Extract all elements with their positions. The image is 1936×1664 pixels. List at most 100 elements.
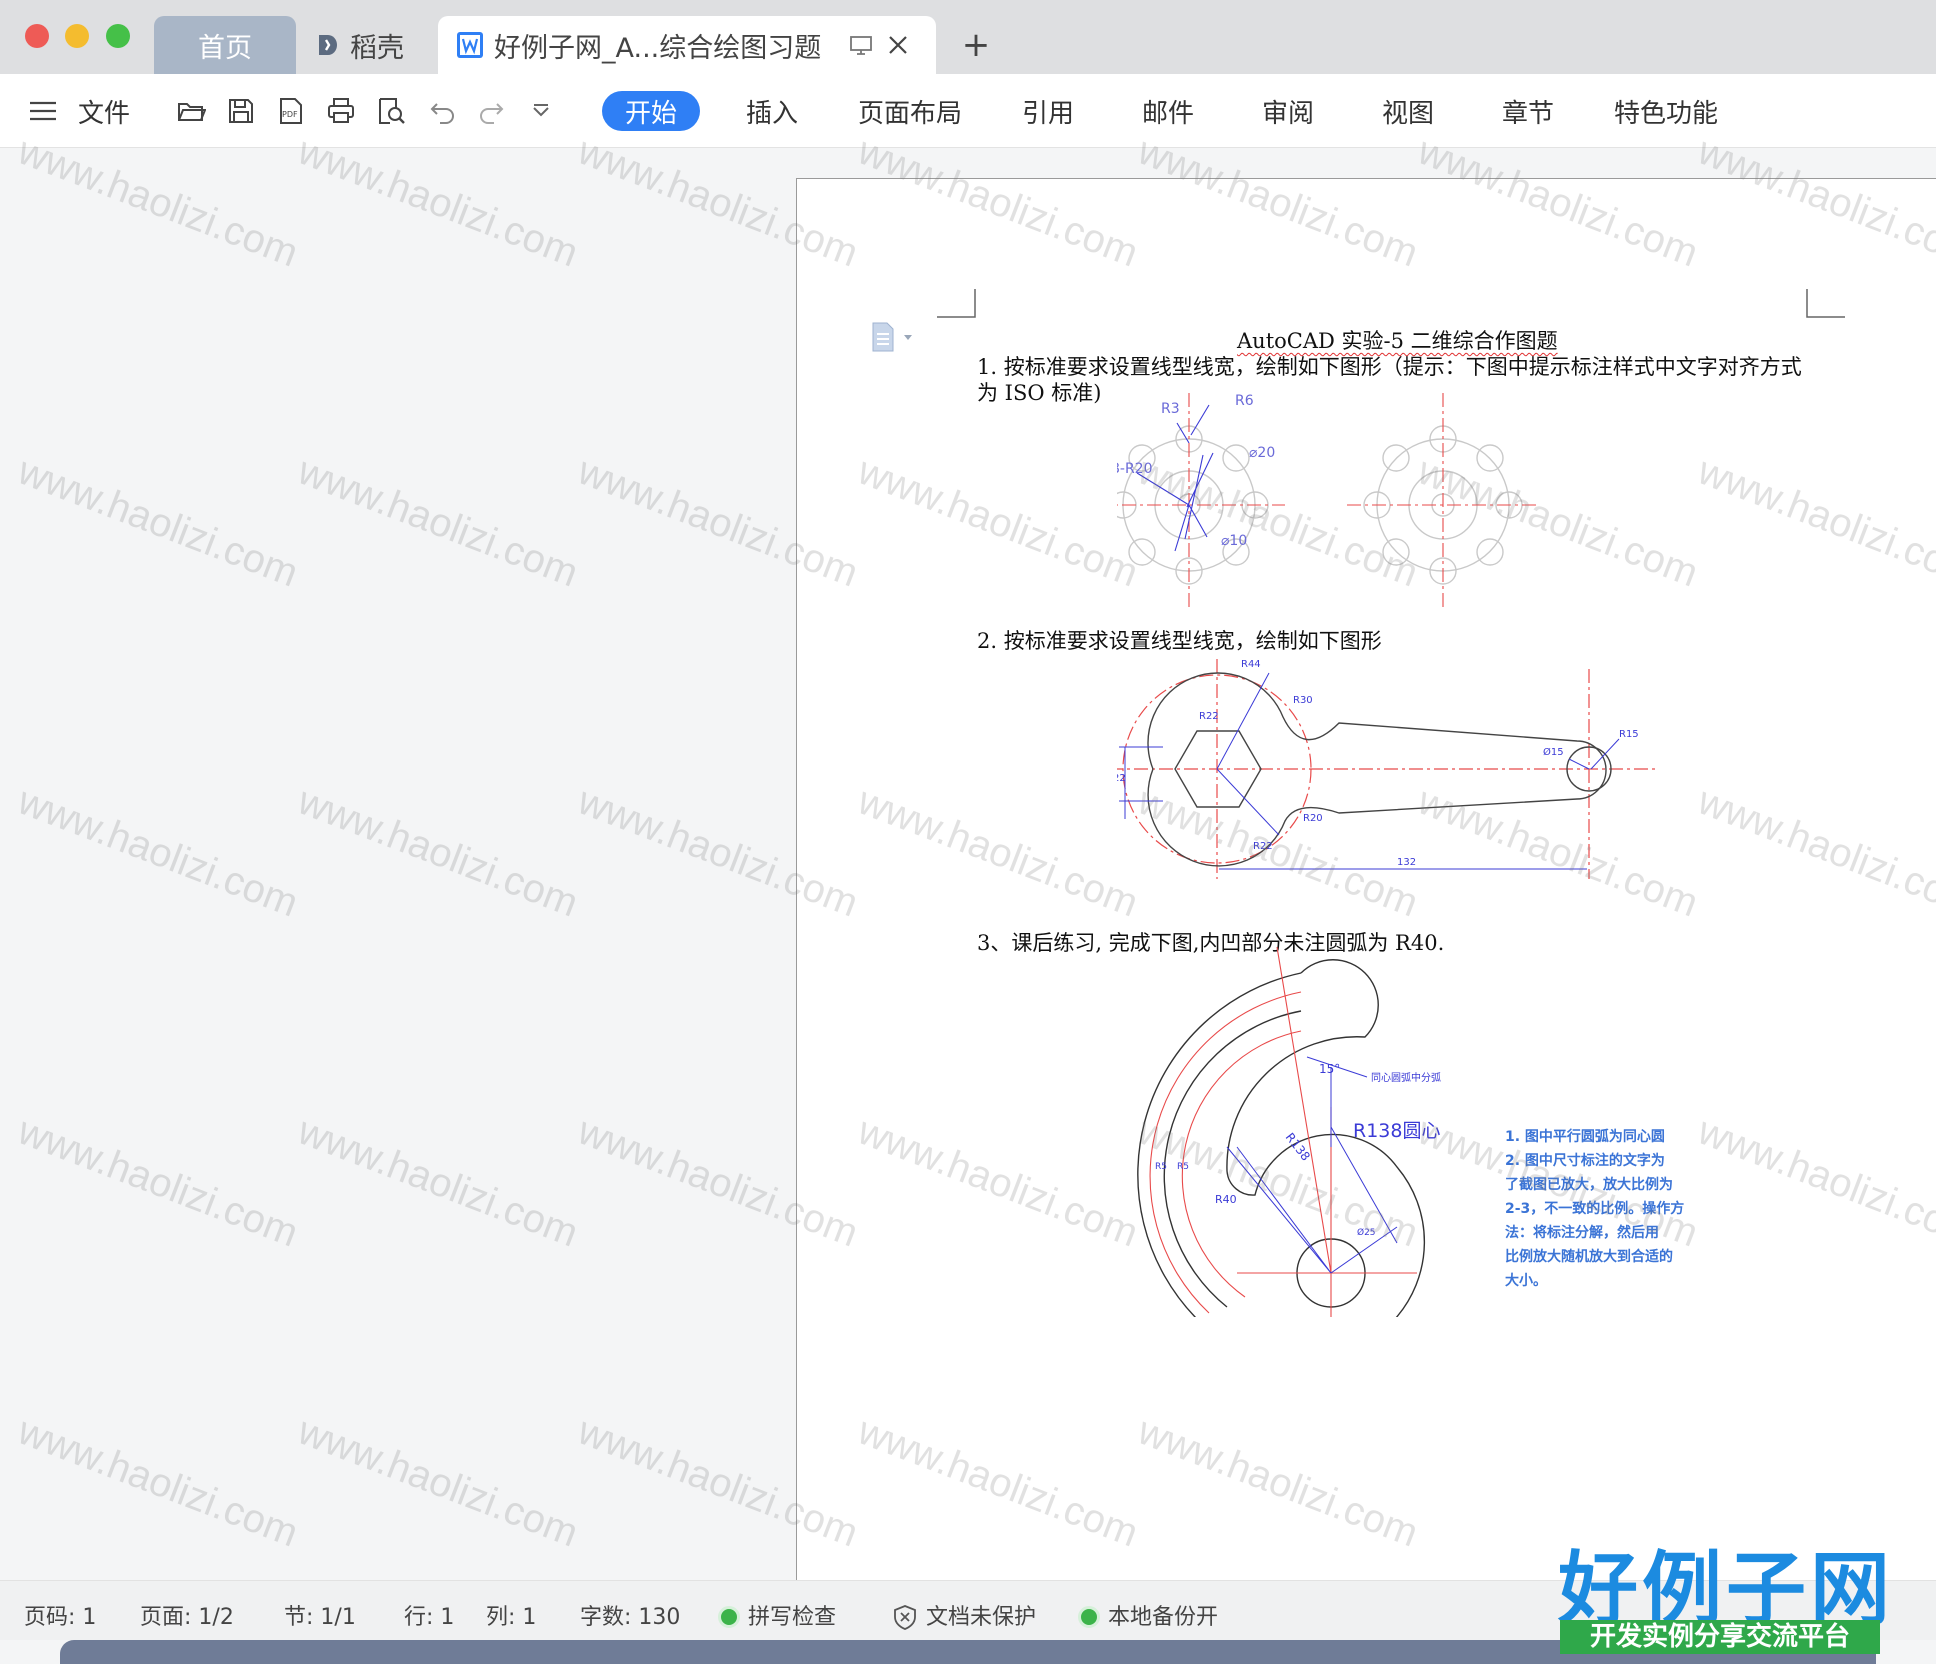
fig2-r22a-label: R22 <box>1199 711 1219 722</box>
question-1-text-cont: 为 ISO 标准) <box>977 381 1102 405</box>
daoke-icon <box>319 35 337 55</box>
tab-start[interactable]: 开始 <box>602 91 700 131</box>
tab-insert-label: 插入 <box>746 98 799 129</box>
fig3-concentric-label: 同心圆弧中分弧 <box>1371 1071 1441 1084</box>
writer-doc-icon <box>457 32 483 58</box>
fig1-r6-label: R6 <box>1235 393 1254 409</box>
fig2-r44-label: R44 <box>1241 659 1261 670</box>
tab-home-label: 首页 <box>198 32 252 64</box>
fig3-r5a-label: R5 <box>1155 1162 1167 1172</box>
fig2-r30-label: R30 <box>1293 695 1313 706</box>
figure-2-lever-drawing: R44 R30 R22 R22 R15 Ø15 R20 22 132 <box>1117 659 1657 879</box>
title-bar: 首页 稻壳 好例子网_A...综合绘图习题 + <box>0 0 1936 74</box>
print-preview-icon[interactable] <box>376 96 406 126</box>
crop-mark-left <box>937 289 976 318</box>
fig3-note-4: 2-3，不一致的比例。操作方 <box>1505 1200 1684 1217</box>
tab-mailings[interactable]: 邮件 <box>1142 74 1194 148</box>
status-section[interactable]: 节: 1/1 <box>284 1599 356 1631</box>
fig2-w132-label: 132 <box>1397 857 1416 868</box>
fig3-r5b-label: R5 <box>1177 1162 1189 1172</box>
figure-3-hook-drawing: 15° 同心圆弧中分弧 R138 R138圆心 R40 R5 R5 Ø25 1.… <box>1137 947 1684 1317</box>
monitor-icon[interactable] <box>849 33 873 57</box>
customize-dropdown-icon[interactable] <box>526 96 556 126</box>
tab-review-label: 审阅 <box>1262 98 1315 129</box>
spell-check-label: 拼写检查 <box>748 1605 837 1630</box>
plus-icon: + <box>961 25 991 65</box>
zoom-window-button[interactable] <box>106 24 130 48</box>
hamburger-menu-icon[interactable] <box>28 96 58 126</box>
tab-special-features[interactable]: 特色功能 <box>1614 74 1718 148</box>
document-protection-label: 文档未保护 <box>926 1605 1037 1630</box>
fig2-r22b-label: R22 <box>1253 841 1273 852</box>
fig3-note-1: 1. 图中平行圆弧为同心圆 <box>1505 1128 1665 1145</box>
spell-check-status-icon <box>718 1606 740 1628</box>
tab-page-layout[interactable]: 页面布局 <box>858 74 962 148</box>
fig3-note-2: 2. 图中尺寸标注的文字为 <box>1505 1152 1665 1169</box>
fig3-angle-label: 15° <box>1319 1062 1340 1076</box>
tab-daoke[interactable]: 稻壳 <box>310 16 430 74</box>
document-workspace[interactable]: AutoCAD 实验-5 二维综合作图题 1. 按标准要求设置线型线宽，绘制如下… <box>0 148 1936 1580</box>
fig2-d15-label: Ø15 <box>1543 746 1564 758</box>
fig3-d25-label: Ø25 <box>1357 1227 1376 1238</box>
fig3-note-7: 大小。 <box>1505 1272 1547 1289</box>
tab-view-label: 视图 <box>1382 98 1435 129</box>
status-col[interactable]: 列: 1 <box>486 1599 536 1631</box>
save-icon[interactable] <box>226 96 256 126</box>
wps-writer-window: 首页 稻壳 好例子网_A...综合绘图习题 + 文件 PDF 开始 插入 页面布… <box>0 0 1936 1664</box>
local-backup-toggle[interactable]: 本地备份开 <box>1078 1599 1218 1631</box>
tab-insert[interactable]: 插入 <box>746 74 798 148</box>
fig2-r20-label: R20 <box>1303 813 1323 824</box>
tab-document-label: 好例子网_A...综合绘图习题 <box>494 32 822 64</box>
close-window-button[interactable] <box>25 24 49 48</box>
fig3-note-5: 法：将标注分解，然后用 <box>1505 1224 1659 1241</box>
tab-start-label: 开始 <box>624 98 677 129</box>
new-tab-button[interactable]: + <box>956 16 996 74</box>
paragraph-handle-icon[interactable] <box>869 321 915 355</box>
fig1-d10-label: ⌀10 <box>1221 533 1247 549</box>
spell-check-toggle[interactable]: 拼写检查 <box>718 1599 836 1631</box>
fig2-r15-label: R15 <box>1619 729 1639 740</box>
tab-home[interactable]: 首页 <box>154 16 296 74</box>
close-tab-icon[interactable] <box>887 34 909 56</box>
backup-status-icon <box>1078 1606 1100 1628</box>
tab-sections[interactable]: 章节 <box>1502 74 1554 148</box>
tab-view[interactable]: 视图 <box>1382 74 1434 148</box>
file-menu-label: 文件 <box>78 98 131 129</box>
figure-1-gear-drawing: R3 R6 ⌀20 8-R20 ⌀10 <box>1117 393 1537 611</box>
tab-document[interactable]: 好例子网_A...综合绘图习题 <box>438 16 936 74</box>
document-page[interactable]: AutoCAD 实验-5 二维综合作图题 1. 按标准要求设置线型线宽，绘制如下… <box>796 178 1936 1580</box>
tab-daoke-label: 稻壳 <box>350 32 404 64</box>
shield-icon <box>894 1605 916 1630</box>
svg-text:PDF: PDF <box>282 110 298 119</box>
toolbar: 文件 PDF 开始 插入 页面布局 引用 邮件 审阅 视图 章节 特色功能 <box>0 74 1936 148</box>
status-word-count[interactable]: 字数: 130 <box>580 1599 680 1631</box>
open-folder-icon[interactable] <box>176 96 206 126</box>
fig2-h22-label: 22 <box>1117 773 1126 784</box>
fig3-r138-center-label: R138圆心 <box>1353 1120 1440 1142</box>
print-icon[interactable] <box>326 96 356 126</box>
site-logo: 好例子网 开发实例分享交流平台 <box>1550 1525 1926 1654</box>
tab-review[interactable]: 审阅 <box>1262 74 1314 148</box>
tab-references[interactable]: 引用 <box>1022 74 1074 148</box>
minimize-window-button[interactable] <box>65 24 89 48</box>
document-protection-toggle[interactable]: 文档未保护 <box>892 1599 1036 1631</box>
tab-special-features-label: 特色功能 <box>1614 98 1719 129</box>
fig3-r40-label: R40 <box>1215 1193 1237 1206</box>
tab-mailings-label: 邮件 <box>1142 98 1195 129</box>
export-pdf-icon[interactable]: PDF <box>276 96 306 126</box>
tab-page-layout-label: 页面布局 <box>858 98 963 129</box>
tab-sections-label: 章节 <box>1502 98 1555 129</box>
status-pages[interactable]: 页面: 1/2 <box>140 1599 234 1631</box>
status-row[interactable]: 行: 1 <box>404 1599 454 1631</box>
undo-icon[interactable] <box>428 96 458 126</box>
fig1-r20-label: 8-R20 <box>1117 461 1153 477</box>
crop-mark-right <box>1806 289 1845 318</box>
file-menu[interactable]: 文件 <box>78 74 130 148</box>
local-backup-label: 本地备份开 <box>1108 1605 1219 1630</box>
redo-icon[interactable] <box>476 96 506 126</box>
fig3-note-6: 比例放大随机放大到合适的 <box>1505 1248 1673 1265</box>
tab-references-label: 引用 <box>1022 98 1075 129</box>
fig3-note-3: 了截图已放大，放大比例为 <box>1505 1176 1673 1193</box>
status-page-code[interactable]: 页码: 1 <box>24 1599 96 1631</box>
site-logo-subtitle: 开发实例分享交流平台 <box>1560 1620 1880 1654</box>
